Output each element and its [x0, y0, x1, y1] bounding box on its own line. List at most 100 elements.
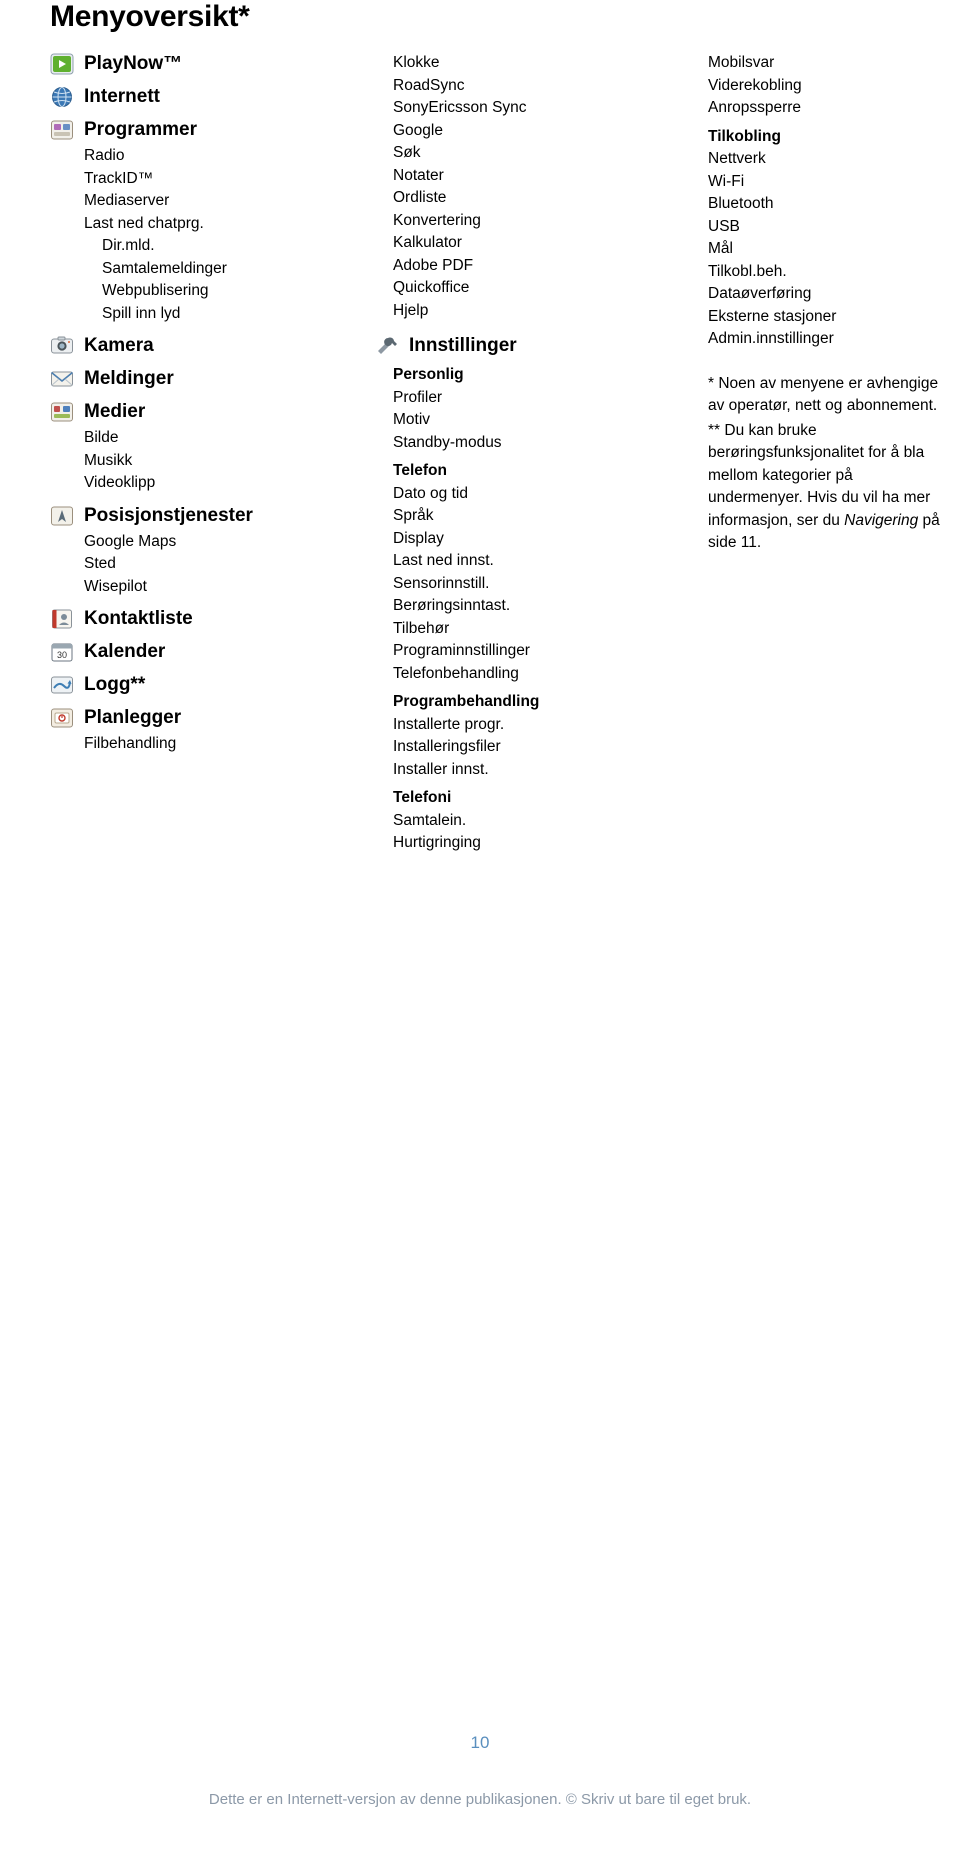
- menu-item-planlegger[interactable]: Planlegger: [50, 706, 310, 730]
- menu-label: Programmer: [84, 119, 197, 140]
- location-services-icon: [50, 505, 74, 527]
- submenu-item[interactable]: Webpublisering: [102, 280, 310, 303]
- submenu-item[interactable]: Radio: [84, 145, 310, 168]
- list-item[interactable]: Klokke: [393, 52, 645, 75]
- list-item[interactable]: Sensorinnstill.: [393, 573, 645, 596]
- list-item[interactable]: Admin.innstillinger: [708, 328, 940, 351]
- list-item[interactable]: Adobe PDF: [393, 255, 645, 278]
- menu-item-innstillinger[interactable]: Innstillinger: [375, 334, 645, 358]
- list-item[interactable]: Eksterne stasjoner: [708, 306, 940, 329]
- menu-item-meldinger[interactable]: Meldinger: [50, 367, 310, 391]
- menu-item-kalender[interactable]: 30 Kalender: [50, 640, 310, 664]
- page-title: Menyoversikt*: [50, 0, 250, 33]
- menu-label: Kontaktliste: [84, 608, 193, 629]
- menu-label: Medier: [84, 401, 146, 422]
- menu-item-posisjonstjenester[interactable]: Posisjonstjenester: [50, 504, 310, 528]
- submenu-item[interactable]: Bilde: [84, 427, 310, 450]
- submenu-item[interactable]: Mediaserver: [84, 190, 310, 213]
- submenu-item[interactable]: Wisepilot: [84, 576, 310, 599]
- menu-item-kamera[interactable]: Kamera: [50, 334, 310, 358]
- list-item[interactable]: Berøringsinntast.: [393, 595, 645, 618]
- internet-globe-icon: [50, 86, 74, 108]
- list-item[interactable]: Display: [393, 528, 645, 551]
- list-item[interactable]: Hurtigringing: [393, 832, 645, 855]
- submenu-item[interactable]: Google Maps: [84, 531, 310, 554]
- list-item[interactable]: Installer innst.: [393, 759, 645, 782]
- list-item[interactable]: Motiv: [393, 409, 645, 432]
- menu-label: Logg**: [84, 674, 146, 695]
- list-item[interactable]: Notater: [393, 165, 645, 188]
- submenu-item[interactable]: Sted: [84, 553, 310, 576]
- list-item[interactable]: Språk: [393, 505, 645, 528]
- list-item[interactable]: Dataøverføring: [708, 283, 940, 306]
- menu-label: Meldinger: [84, 368, 174, 389]
- list-item[interactable]: Tilkobl.beh.: [708, 261, 940, 284]
- submenu-item[interactable]: Musikk: [84, 450, 310, 473]
- column-connectivity-notes: Mobilsvar Viderekobling Anropssperre Til…: [690, 52, 940, 555]
- list-item[interactable]: Søk: [393, 142, 645, 165]
- list-item[interactable]: Google: [393, 120, 645, 143]
- column-tools-settings: Klokke RoadSync SonyEricsson Sync Google…: [375, 52, 645, 855]
- footnote-operator: * Noen av menyene er avhengige av operat…: [708, 374, 939, 415]
- list-item[interactable]: Mobilsvar: [708, 52, 940, 75]
- list-item[interactable]: Installerte progr.: [393, 714, 645, 737]
- list-item[interactable]: SonyEricsson Sync: [393, 97, 645, 120]
- list-item[interactable]: Last ned innst.: [393, 550, 645, 573]
- svg-text:30: 30: [57, 650, 67, 660]
- menu-item-kontaktliste[interactable]: Kontaktliste: [50, 607, 310, 631]
- list-item[interactable]: Standby-modus: [393, 432, 645, 455]
- menu-item-programmer[interactable]: Programmer: [50, 118, 310, 142]
- list-item[interactable]: Konvertering: [393, 210, 645, 233]
- menu-item-medier[interactable]: Medier: [50, 400, 310, 424]
- menu-item-playnow[interactable]: PlayNow™: [50, 52, 310, 76]
- footnote-touch: ** Du kan bruke berøringsfunksjonalitet …: [708, 420, 943, 555]
- menu-overview-page: Menyoversikt* PlayNow™ Internett Program…: [0, 0, 960, 1863]
- menu-item-logg[interactable]: Logg**: [50, 673, 310, 697]
- page-number: 10: [470, 1733, 490, 1752]
- list-item[interactable]: Bluetooth: [708, 193, 940, 216]
- list-item[interactable]: Telefonbehandling: [393, 663, 645, 686]
- submenu-item[interactable]: TrackID™: [84, 168, 310, 191]
- menu-label: Posisjonstjenester: [84, 504, 253, 526]
- list-item[interactable]: Nettverk: [708, 148, 940, 171]
- submenu-item[interactable]: Dir.mld.: [102, 235, 310, 258]
- list-item[interactable]: Anropssperre: [708, 97, 940, 120]
- group-heading: Telefon: [393, 462, 447, 479]
- settings-tools-icon: [375, 335, 399, 357]
- list-item[interactable]: Kalkulator: [393, 232, 645, 255]
- submenu-item[interactable]: Samtalemeldinger: [102, 258, 310, 281]
- column-applications: PlayNow™ Internett Programmer Radio Trac…: [50, 52, 310, 756]
- list-item[interactable]: RoadSync: [393, 75, 645, 98]
- list-item[interactable]: USB: [708, 216, 940, 239]
- list-item[interactable]: Hjelp: [393, 300, 645, 323]
- list-item[interactable]: Viderekobling: [708, 75, 940, 98]
- group-heading: Programbehandling: [393, 693, 540, 710]
- programs-icon: [50, 119, 74, 141]
- submenu-item[interactable]: Filbehandling: [84, 733, 310, 756]
- list-item[interactable]: Programinnstillinger: [393, 640, 645, 663]
- menu-item-internett[interactable]: Internett: [50, 85, 310, 109]
- list-item[interactable]: Tilbehør: [393, 618, 645, 641]
- group-heading: Tilkobling: [708, 127, 781, 145]
- list-item[interactable]: Quickoffice: [393, 277, 645, 300]
- media-icon: [50, 401, 74, 423]
- list-item[interactable]: Installeringsfiler: [393, 736, 645, 759]
- list-item[interactable]: Dato og tid: [393, 483, 645, 506]
- list-item[interactable]: Samtalein.: [393, 810, 645, 833]
- menu-label: Planlegger: [84, 707, 182, 728]
- group-heading: Telefoni: [393, 789, 452, 806]
- list-item[interactable]: Wi-Fi: [708, 171, 940, 194]
- list-item[interactable]: Ordliste: [393, 187, 645, 210]
- menu-label: PlayNow™: [84, 53, 183, 74]
- messaging-envelope-icon: [50, 368, 74, 390]
- list-item[interactable]: Mål: [708, 238, 940, 261]
- submenu-item[interactable]: Last ned chatprg.: [84, 213, 310, 236]
- section-label: Innstillinger: [409, 335, 517, 356]
- submenu-item[interactable]: Spill inn lyd: [102, 303, 310, 326]
- menu-label: Kalender: [84, 641, 166, 662]
- call-log-icon: [50, 674, 74, 696]
- contacts-icon: [50, 608, 74, 630]
- list-item[interactable]: Profiler: [393, 387, 645, 410]
- submenu-item[interactable]: Videoklipp: [84, 472, 310, 495]
- playnow-icon: [50, 53, 74, 75]
